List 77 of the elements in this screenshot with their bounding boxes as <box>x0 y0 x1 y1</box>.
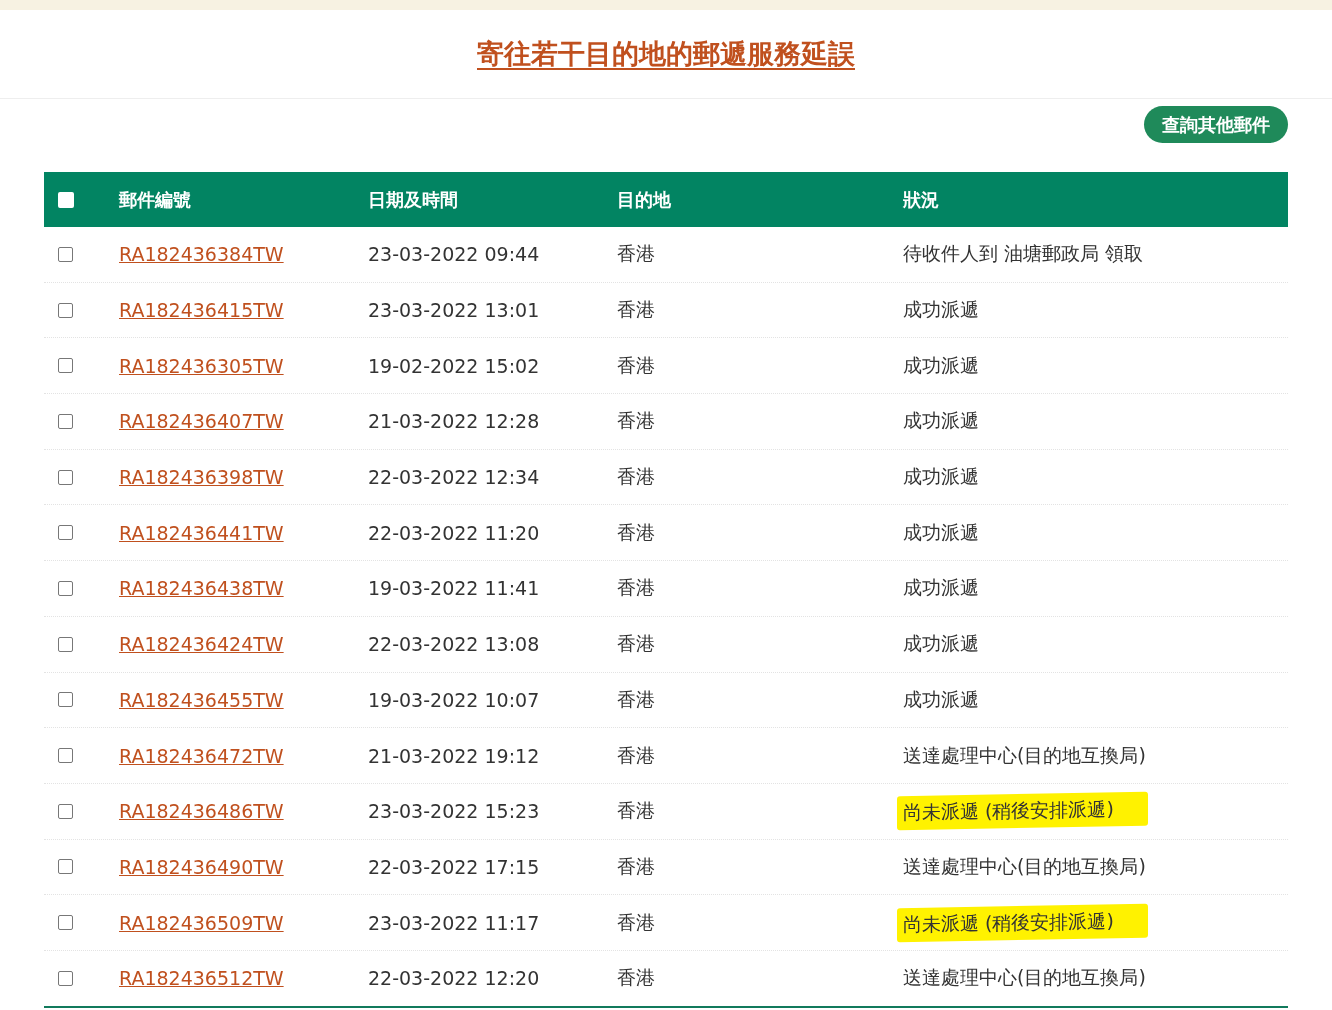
date-time-cell-text: 22-03-2022 12:34 <box>368 466 541 489</box>
row-checkbox[interactable] <box>58 692 73 708</box>
date-time-cell-text: 23-03-2022 13:01 <box>368 299 541 322</box>
row-checkbox[interactable] <box>58 469 73 485</box>
row-checkbox[interactable] <box>58 970 73 986</box>
destination-cell-text: 香港 <box>617 408 656 434</box>
date-time-cell-text: 23-03-2022 11:17 <box>368 911 541 934</box>
status-cell-text: 送達處理中心(目的地互換局) <box>903 965 1146 991</box>
status-cell-text: 成功派遞 <box>903 575 979 601</box>
date-time-cell-text: 22-03-2022 17:15 <box>368 855 541 878</box>
destination-cell-text: 香港 <box>617 909 656 935</box>
row-checkbox[interactable] <box>58 358 73 374</box>
row-checkbox[interactable] <box>58 413 73 429</box>
mail-number-link[interactable]: RA182436509TW <box>119 911 284 934</box>
destination-cell-text: 香港 <box>617 241 656 267</box>
mail-number-link[interactable]: RA182436455TW <box>119 688 284 711</box>
column-header: 郵件編號 <box>119 187 192 212</box>
status-cell-text: 成功派遞 <box>903 408 979 434</box>
destination-cell-text: 香港 <box>617 297 656 323</box>
destination-cell-text: 香港 <box>617 352 656 378</box>
date-time-cell-text: 19-02-2022 15:02 <box>368 354 541 377</box>
row-checkbox[interactable] <box>58 748 73 764</box>
status-cell-text: 成功派遞 <box>903 297 979 323</box>
destination-cell-text: 香港 <box>617 519 656 545</box>
column-header: 日期及時間 <box>368 187 459 212</box>
row-checkbox[interactable] <box>58 859 73 875</box>
row-checkbox[interactable] <box>58 246 73 262</box>
status-cell-text: 待收件人到 油塘郵政局 領取 <box>903 241 1144 267</box>
mail-number-link[interactable]: RA182436415TW <box>119 299 284 322</box>
destination-cell-text: 香港 <box>617 965 656 991</box>
row-checkbox[interactable] <box>58 525 73 541</box>
date-time-cell-text: 22-03-2022 11:20 <box>368 521 541 544</box>
status-cell-text: 成功派遞 <box>903 686 979 712</box>
query-other-mail-button[interactable]: 查詢其他郵件 <box>1144 106 1288 143</box>
column-header: 狀況 <box>903 187 940 212</box>
date-time-cell-text: 22-03-2022 12:20 <box>368 967 541 990</box>
mail-number-link[interactable]: RA182436384TW <box>119 243 284 266</box>
status-cell-text: 送達處理中心(目的地互換局) <box>903 853 1146 879</box>
row-checkbox[interactable] <box>58 915 73 931</box>
row-checkbox[interactable] <box>58 302 73 318</box>
date-time-cell-text: 21-03-2022 12:28 <box>368 410 541 433</box>
destination-cell-text: 香港 <box>617 742 656 768</box>
row-checkbox[interactable] <box>58 803 73 819</box>
page-title: 寄往若干目的地的郵遞服務延誤 <box>477 37 855 71</box>
mail-number-link[interactable]: RA182436407TW <box>119 410 284 433</box>
column-header: 目的地 <box>617 187 672 212</box>
mail-number-link[interactable]: RA182436305TW <box>119 354 284 377</box>
mail-number-link[interactable]: RA182436472TW <box>119 744 284 767</box>
status-cell-text: 成功派遞 <box>903 352 979 378</box>
mail-number-link[interactable]: RA182436398TW <box>119 466 284 489</box>
status-cell: 尚未派遞 (稍後安排派遞) <box>897 792 1148 831</box>
mail-number-link[interactable]: RA182436441TW <box>119 521 284 544</box>
date-time-cell-text: 19-03-2022 11:41 <box>368 577 541 600</box>
date-time-cell-text: 19-03-2022 10:07 <box>368 688 541 711</box>
date-time-cell-text: 21-03-2022 19:12 <box>368 744 541 767</box>
row-checkbox[interactable] <box>58 636 73 652</box>
mail-number-link[interactable]: RA182436490TW <box>119 855 284 878</box>
status-cell-text: 送達處理中心(目的地互換局) <box>903 742 1146 768</box>
mail-number-link[interactable]: RA182436512TW <box>119 967 284 990</box>
date-time-cell-text: 23-03-2022 09:44 <box>368 243 541 266</box>
destination-cell-text: 香港 <box>617 686 656 712</box>
date-time-cell-text: 23-03-2022 15:23 <box>368 800 541 823</box>
mail-number-link[interactable]: RA182436486TW <box>119 800 284 823</box>
mail-number-link[interactable]: RA182436424TW <box>119 633 284 656</box>
mail-number-link[interactable]: RA182436438TW <box>119 577 284 600</box>
status-cell: 尚未派遞 (稍後安排派遞) <box>897 903 1148 942</box>
destination-cell-text: 香港 <box>617 631 656 657</box>
status-cell-text: 成功派遞 <box>903 464 979 490</box>
status-cell-text: 成功派遞 <box>903 631 979 657</box>
select-all-checkbox[interactable] <box>58 191 74 208</box>
row-checkbox[interactable] <box>58 580 73 596</box>
destination-cell-text: 香港 <box>617 853 656 879</box>
destination-cell-text: 香港 <box>617 575 656 601</box>
destination-cell-text: 香港 <box>617 464 656 490</box>
date-time-cell-text: 22-03-2022 13:08 <box>368 633 541 656</box>
destination-cell-text: 香港 <box>617 798 656 824</box>
status-cell-text: 成功派遞 <box>903 519 979 545</box>
